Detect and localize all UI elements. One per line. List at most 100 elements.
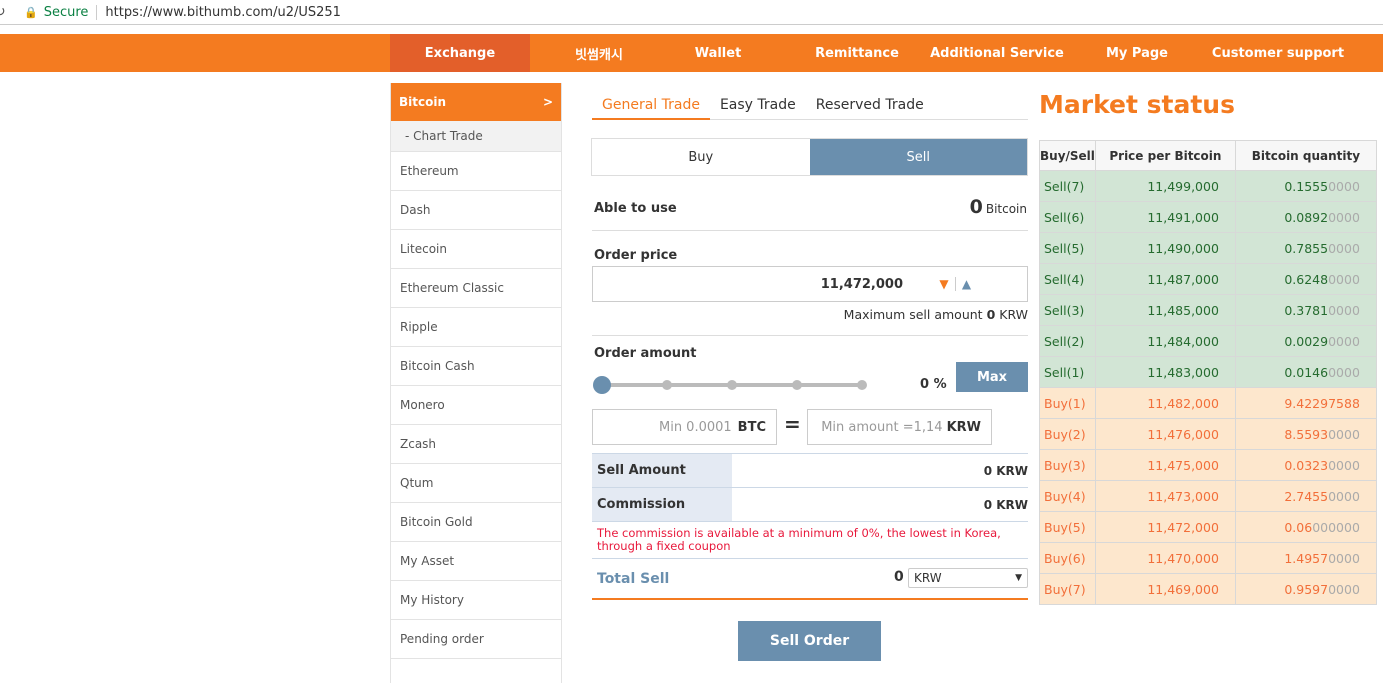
secure-label: Secure	[44, 4, 98, 20]
sidebar-item[interactable]: Bitcoin Cash	[391, 347, 561, 386]
sell-order-row[interactable]: Sell(3) 11,485,000 0.37810000	[1039, 294, 1377, 326]
quantity-faded: 0000	[1328, 426, 1360, 442]
sidebar-header-label: Bitcoin	[399, 95, 447, 109]
order-type: Sell(5)	[1039, 232, 1096, 264]
total-sell-label: Total Sell	[597, 571, 670, 587]
buy-order-row[interactable]: Buy(6) 11,470,000 1.49570000	[1039, 542, 1377, 574]
nav-additional-service[interactable]: Additional Service	[927, 34, 1067, 72]
nav-exchange[interactable]: Exchange	[390, 34, 530, 72]
order-price-input[interactable]: 11,472,000 ▼ ▲	[592, 266, 1028, 302]
order-price: 11,487,000	[1094, 263, 1236, 295]
sell-order-row[interactable]: Sell(1) 11,483,000 0.01460000	[1039, 356, 1377, 388]
quantity-faded: 0000	[1328, 240, 1360, 256]
slider-step-50[interactable]	[727, 380, 737, 390]
order-type: Sell(2)	[1039, 325, 1096, 357]
order-price: 11,491,000	[1094, 201, 1236, 233]
max-button[interactable]: Max	[956, 362, 1028, 392]
quantity-main: 0.6248	[1284, 271, 1329, 287]
sidebar-item[interactable]: Litecoin	[391, 230, 561, 269]
quantity-main: 9.42297588	[1284, 395, 1360, 411]
order-quantity: 8.55930000	[1234, 418, 1377, 450]
price-up-icon[interactable]: ▲	[955, 277, 977, 291]
btc-amount-input[interactable]: Min 0.0001 BTC	[592, 409, 777, 445]
quantity-main: 2.7455	[1284, 488, 1329, 504]
sell-order-row[interactable]: Sell(2) 11,484,000 0.00290000	[1039, 325, 1377, 357]
amount-percent: 0 %	[920, 377, 947, 392]
order-type: Buy(3)	[1039, 449, 1096, 481]
order-type: Buy(6)	[1039, 542, 1096, 574]
currency-select[interactable]: KRW ▼	[908, 568, 1028, 588]
sell-amount-row: Sell Amount 0 KRW	[592, 454, 1028, 488]
sidebar-item[interactable]: Monero	[391, 386, 561, 425]
quantity-main: 8.5593	[1284, 426, 1329, 442]
sell-amount-value: 0 KRW	[983, 463, 1028, 478]
buy-order-row[interactable]: Buy(5) 11,472,000 0.06000000	[1039, 511, 1377, 543]
nav-remittance[interactable]: Remittance	[787, 34, 927, 72]
reload-icon[interactable]: ↻	[0, 4, 14, 20]
price-down-icon[interactable]: ▼	[933, 277, 955, 291]
buy-order-row[interactable]: Buy(3) 11,475,000 0.03230000	[1039, 449, 1377, 481]
sidebar-item[interactable]: Ethereum	[391, 152, 561, 191]
quantity-main: 1.4957	[1284, 550, 1329, 566]
sell-order-row[interactable]: Sell(7) 11,499,000 0.15550000	[1039, 170, 1377, 202]
main-nav: Exchange 빗썸캐시 Wallet Remittance Addition…	[0, 34, 1383, 72]
order-type: Sell(1)	[1039, 356, 1096, 388]
commission-label: Commission	[592, 488, 732, 521]
sidebar-item[interactable]: Ethereum Classic	[391, 269, 561, 308]
sidebar-item-chart-trade[interactable]: - Chart Trade	[391, 121, 561, 152]
able-unit: Bitcoin	[985, 202, 1027, 216]
divider	[592, 230, 1028, 231]
divider	[592, 558, 1028, 559]
sidebar-item[interactable]: My Asset	[391, 542, 561, 581]
order-price-value: 11,472,000	[820, 276, 903, 292]
slider-step-75[interactable]	[792, 380, 802, 390]
sell-tab[interactable]: Sell	[809, 139, 1027, 175]
sidebar-item[interactable]: My History	[391, 581, 561, 620]
sidebar-header-bitcoin[interactable]: Bitcoin >	[391, 83, 561, 121]
url-text[interactable]: https://www.bithumb.com/u2/US251	[105, 5, 341, 20]
order-quantity: 0.15550000	[1234, 170, 1377, 202]
sidebar-item[interactable]: Dash	[391, 191, 561, 230]
nav-customer-support[interactable]: Customer support	[1208, 34, 1348, 72]
sidebar-item[interactable]: Zcash	[391, 425, 561, 464]
order-quantity: 0.03230000	[1234, 449, 1377, 481]
sell-order-row[interactable]: Sell(4) 11,487,000 0.62480000	[1039, 263, 1377, 295]
sell-order-row[interactable]: Sell(5) 11,490,000 0.78550000	[1039, 232, 1377, 264]
sidebar-item[interactable]: Qtum	[391, 464, 561, 503]
quantity-faded: 0000	[1328, 302, 1360, 318]
quantity-faded: 0000	[1328, 333, 1360, 349]
buy-order-row[interactable]: Buy(7) 11,469,000 0.95970000	[1039, 573, 1377, 605]
order-type: Buy(4)	[1039, 480, 1096, 512]
tab-reserved-trade[interactable]: Reserved Trade	[806, 93, 934, 120]
nav-wallet[interactable]: Wallet	[648, 34, 788, 72]
sell-order-button[interactable]: Sell Order	[738, 621, 881, 661]
tab-general-trade[interactable]: General Trade	[592, 93, 710, 120]
order-type: Sell(7)	[1039, 170, 1096, 202]
buy-order-row[interactable]: Buy(4) 11,473,000 2.74550000	[1039, 480, 1377, 512]
amount-slider-handle[interactable]	[593, 376, 611, 394]
sidebar-item[interactable]: Bitcoin Gold	[391, 503, 561, 542]
max-sell-label: Maximum sell amount	[843, 307, 983, 322]
order-price: 11,473,000	[1094, 480, 1236, 512]
slider-step-25[interactable]	[662, 380, 672, 390]
order-quantity: 0.08920000	[1234, 201, 1377, 233]
order-type: Sell(3)	[1039, 294, 1096, 326]
sidebar-item[interactable]: Ripple	[391, 308, 561, 347]
order-type: Sell(4)	[1039, 263, 1096, 295]
buy-order-row[interactable]: Buy(1) 11,482,000 9.42297588	[1039, 387, 1377, 419]
order-quantity: 0.37810000	[1234, 294, 1377, 326]
nav-my-page[interactable]: My Page	[1067, 34, 1207, 72]
order-quantity: 0.78550000	[1234, 232, 1377, 264]
krw-amount-input[interactable]: Min amount =1,14 KRW	[807, 409, 992, 445]
krw-unit: KRW	[946, 419, 981, 435]
sidebar-item[interactable]: Pending order	[391, 620, 561, 659]
browser-address-bar[interactable]: ↻ 🔒 Secure https://www.bithumb.com/u2/US…	[0, 0, 1383, 25]
slider-step-100[interactable]	[857, 380, 867, 390]
tab-easy-trade[interactable]: Easy Trade	[710, 93, 806, 120]
sell-order-row[interactable]: Sell(6) 11,491,000 0.08920000	[1039, 201, 1377, 233]
buy-tab[interactable]: Buy	[592, 139, 810, 175]
quantity-faded: 0000	[1328, 178, 1360, 194]
order-price: 11,499,000	[1094, 170, 1236, 202]
divider-accent	[592, 598, 1028, 600]
buy-order-row[interactable]: Buy(2) 11,476,000 8.55930000	[1039, 418, 1377, 450]
